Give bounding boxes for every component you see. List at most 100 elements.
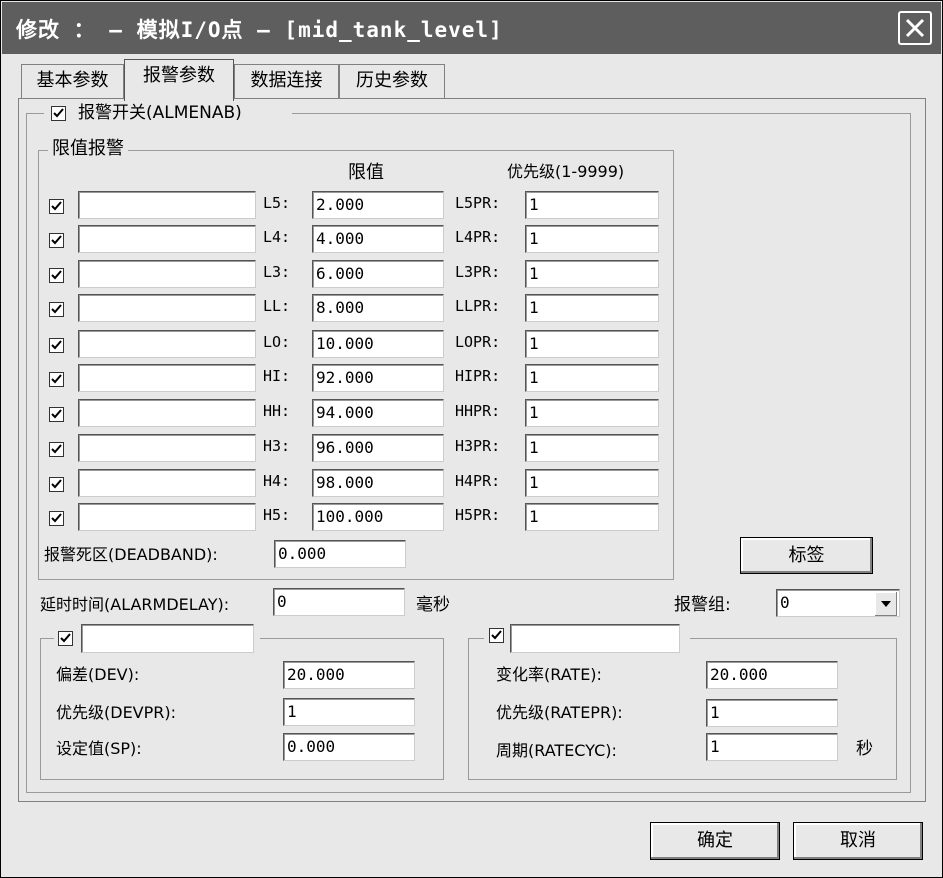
priority-label: L3PR: [455,263,501,281]
alarm-switch-checkbox[interactable] [51,106,66,121]
title-bar[interactable]: 修改 ： – 模拟I/O点 – [mid_tank_level] [2,2,941,54]
limit-checkbox[interactable] [49,302,64,317]
limit-label: LO: [263,333,291,351]
priority-label: H5PR: [455,506,501,524]
alarm-group-value: 0 [780,593,790,612]
tab-data-link[interactable]: 数据连接 [234,64,339,98]
limit-value-input[interactable]: 8.000 [312,294,444,322]
chevron-down-icon [881,601,891,607]
alarm-group-select[interactable]: 0 [776,589,900,617]
limit-value-input[interactable]: 2.000 [312,191,444,219]
limit-label: H5: [263,506,291,524]
tag-button[interactable]: 标签 [740,537,873,574]
limit-checkbox[interactable] [49,199,64,214]
limit-checkbox[interactable] [49,407,64,422]
alarm-switch-label: 报警开关(ALMENAB) [78,103,242,123]
ratecyc-label: 周期(RATECYC): [496,741,617,760]
tab-history-label: 历史参数 [356,70,428,91]
checkmark-icon [51,513,62,523]
tab-alarm-label: 报警参数 [143,65,215,86]
limit-description-input[interactable] [78,399,256,427]
limit-alarm-legend: 限值报警 [48,138,128,160]
tab-data-link-label: 数据连接 [250,70,323,91]
deadband-input[interactable]: 0.000 [274,540,406,568]
priority-input[interactable]: 1 [525,191,659,219]
priority-input[interactable]: 1 [525,364,659,392]
limit-checkbox[interactable] [49,477,64,492]
limit-value-input[interactable]: 4.000 [312,225,444,253]
limit-column-header: 限值 [348,162,384,183]
sp-label: 设定值(SP): [56,739,142,758]
priority-label: L4PR: [455,228,501,246]
cancel-button[interactable]: 取消 [793,822,923,860]
deviation-description-input[interactable] [81,624,254,653]
tab-history[interactable]: 历史参数 [339,64,445,98]
priority-input[interactable]: 1 [525,225,659,253]
rate-description-input[interactable] [510,624,680,653]
limit-value-input[interactable]: 92.000 [312,364,444,392]
limit-checkbox[interactable] [49,442,64,457]
limit-description-input[interactable] [78,364,256,392]
priority-label: HIPR: [455,367,501,385]
dev-input[interactable]: 20.000 [283,661,415,689]
checkmark-icon [51,235,62,245]
delay-input[interactable]: 0 [273,588,405,616]
close-button[interactable] [898,11,932,45]
ok-button[interactable]: 确定 [650,822,780,860]
priority-input[interactable]: 1 [525,294,659,322]
limit-description-input[interactable] [78,330,256,358]
limit-checkbox[interactable] [49,372,64,387]
ratepr-input[interactable]: 1 [706,699,838,727]
limit-label: L3: [263,263,291,281]
limit-checkbox[interactable] [49,268,64,283]
close-icon [905,18,925,38]
ratepr-label: 优先级(RATEPR): [496,703,623,722]
limit-value-input[interactable]: 10.000 [312,330,444,358]
priority-label: HHPR: [455,402,501,420]
sp-input[interactable]: 0.000 [283,733,415,761]
devpr-input[interactable]: 1 [283,698,415,726]
rate-checkbox[interactable] [489,628,504,643]
checkmark-icon [53,108,64,118]
limit-description-input[interactable] [78,294,256,322]
window-title: 修改 ： – 模拟I/O点 – [mid_tank_level] [16,18,503,42]
limit-description-input[interactable] [78,469,256,497]
limit-value-input[interactable]: 94.000 [312,399,444,427]
limit-description-input[interactable] [78,260,256,288]
checkmark-icon [51,270,62,280]
dev-label: 偏差(DEV): [56,665,140,684]
limit-checkbox[interactable] [49,338,64,353]
priority-input[interactable]: 1 [525,503,659,531]
rate-input[interactable]: 20.000 [706,661,838,689]
deviation-checkbox[interactable] [58,631,73,646]
priority-input[interactable]: 1 [525,399,659,427]
limit-checkbox[interactable] [49,233,64,248]
checkmark-icon [60,633,71,643]
limit-description-input[interactable] [78,225,256,253]
dropdown-button[interactable] [875,592,897,616]
limit-description-input[interactable] [78,503,256,531]
limit-description-input[interactable] [78,434,256,462]
limit-value-input[interactable]: 98.000 [312,469,444,497]
limit-description-input[interactable] [78,191,256,219]
delay-label: 延时时间(ALARMDELAY): [40,595,230,614]
priority-input[interactable]: 1 [525,469,659,497]
priority-label: LLPR: [455,297,501,315]
limit-value-input[interactable]: 96.000 [312,434,444,462]
limit-value-input[interactable]: 100.000 [312,503,444,531]
limit-label: LL: [263,297,291,315]
limit-label: L5: [263,194,291,212]
priority-input[interactable]: 1 [525,434,659,462]
ratecyc-input[interactable]: 1 [706,733,838,761]
limit-value-input[interactable]: 6.000 [312,260,444,288]
tab-basic[interactable]: 基本参数 [21,64,124,98]
limit-checkbox[interactable] [49,511,64,526]
priority-label: H3PR: [455,437,501,455]
checkmark-icon [491,630,502,640]
tab-alarm[interactable]: 报警参数 [124,59,234,101]
checkmark-icon [51,304,62,314]
ratecyc-unit: 秒 [856,739,873,759]
priority-input[interactable]: 1 [525,260,659,288]
priority-input[interactable]: 1 [525,330,659,358]
delay-unit: 毫秒 [416,595,450,615]
